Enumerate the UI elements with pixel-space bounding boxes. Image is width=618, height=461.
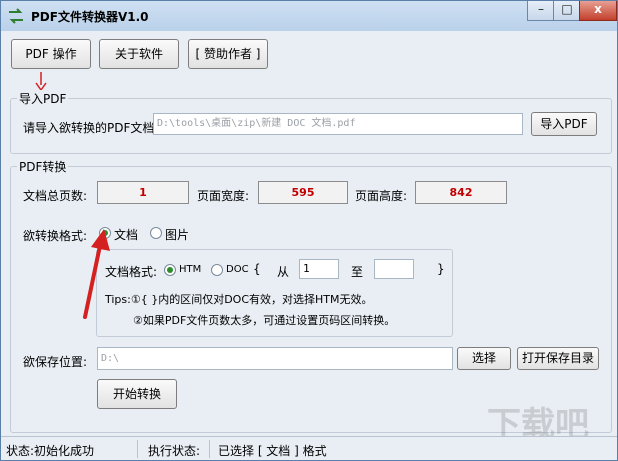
open-save-dir-button[interactable]: 打开保存目录 [517, 347, 599, 370]
title-bar: PDF文件转换器V1.0 – □ x [1, 1, 617, 31]
page-width-value: 595 [258, 181, 348, 204]
format-doc-label[interactable]: 文档 [114, 226, 138, 243]
tips-line-1: Tips:①{ }内的区间仅对DOC有效，对选择HTM无效。 [105, 293, 373, 306]
total-pages-label: 文档总页数: [23, 189, 88, 203]
import-prompt: 请导入欲转换的PDF文档: [23, 121, 159, 135]
about-button[interactable]: 关于软件 [99, 39, 179, 69]
import-group-title: 导入PDF [17, 90, 69, 107]
format-image-radio[interactable] [150, 227, 162, 239]
status-text: 状态:初始化成功 [6, 444, 95, 458]
tips-line-2: ②如果PDF文件页数太多，可通过设置页码区间转换。 [133, 314, 396, 327]
page-height-value: 842 [415, 181, 507, 204]
format-image-label[interactable]: 图片 [165, 226, 189, 243]
from-page-input[interactable]: 1 [299, 259, 339, 279]
exec-label: 执行状态: [148, 444, 201, 458]
status-separator [209, 440, 210, 458]
bracket-close: } [437, 262, 445, 276]
from-label: 从 [277, 265, 290, 279]
maximize-icon: □ [561, 2, 573, 16]
convert-group-title: PDF转换 [17, 158, 69, 175]
import-pdf-button[interactable]: 导入PDF [531, 112, 597, 136]
pointer-arrow-icon [83, 229, 110, 319]
htm-label[interactable]: HTM [179, 264, 201, 275]
page-width-label: 页面宽度: [197, 189, 250, 203]
save-path-input[interactable]: D:\ [97, 347, 453, 370]
doc-label[interactable]: DOC [226, 264, 249, 275]
minimize-button[interactable]: – [527, 1, 555, 21]
status-separator [137, 440, 138, 458]
pdf-path-input[interactable]: D:\tools\桌面\zip\新建 DOC 文档.pdf [153, 113, 523, 135]
doc-radio[interactable] [211, 264, 223, 276]
app-icon [9, 8, 23, 24]
htm-radio[interactable] [164, 264, 176, 276]
maximize-button[interactable]: □ [553, 1, 581, 21]
exec-value: 已选择 [ 文档 ] 格式 [218, 444, 327, 458]
minimize-icon: – [538, 2, 544, 16]
total-pages-value: 1 [97, 181, 189, 204]
close-icon: x [594, 2, 602, 16]
to-page-input[interactable] [374, 259, 414, 279]
close-button[interactable]: x [579, 1, 617, 21]
start-convert-button[interactable]: 开始转换 [97, 379, 177, 409]
page-height-label: 页面高度: [355, 189, 408, 203]
app-window: PDF文件转换器V1.0 – □ x PDF 操作 关于软件 [ 赞助作者 ] … [0, 0, 618, 461]
window-title: PDF文件转换器V1.0 [31, 10, 149, 24]
sponsor-button[interactable]: [ 赞助作者 ] [188, 39, 268, 69]
status-bar: 状态:初始化成功 执行状态: 已选择 [ 文档 ] 格式 [1, 436, 617, 460]
to-label: 至 [351, 265, 364, 279]
choose-button[interactable]: 选择 [457, 347, 511, 370]
bracket-open: { [253, 262, 261, 276]
pdf-ops-button[interactable]: PDF 操作 [11, 39, 91, 69]
save-location-label: 欲保存位置: [23, 355, 88, 369]
